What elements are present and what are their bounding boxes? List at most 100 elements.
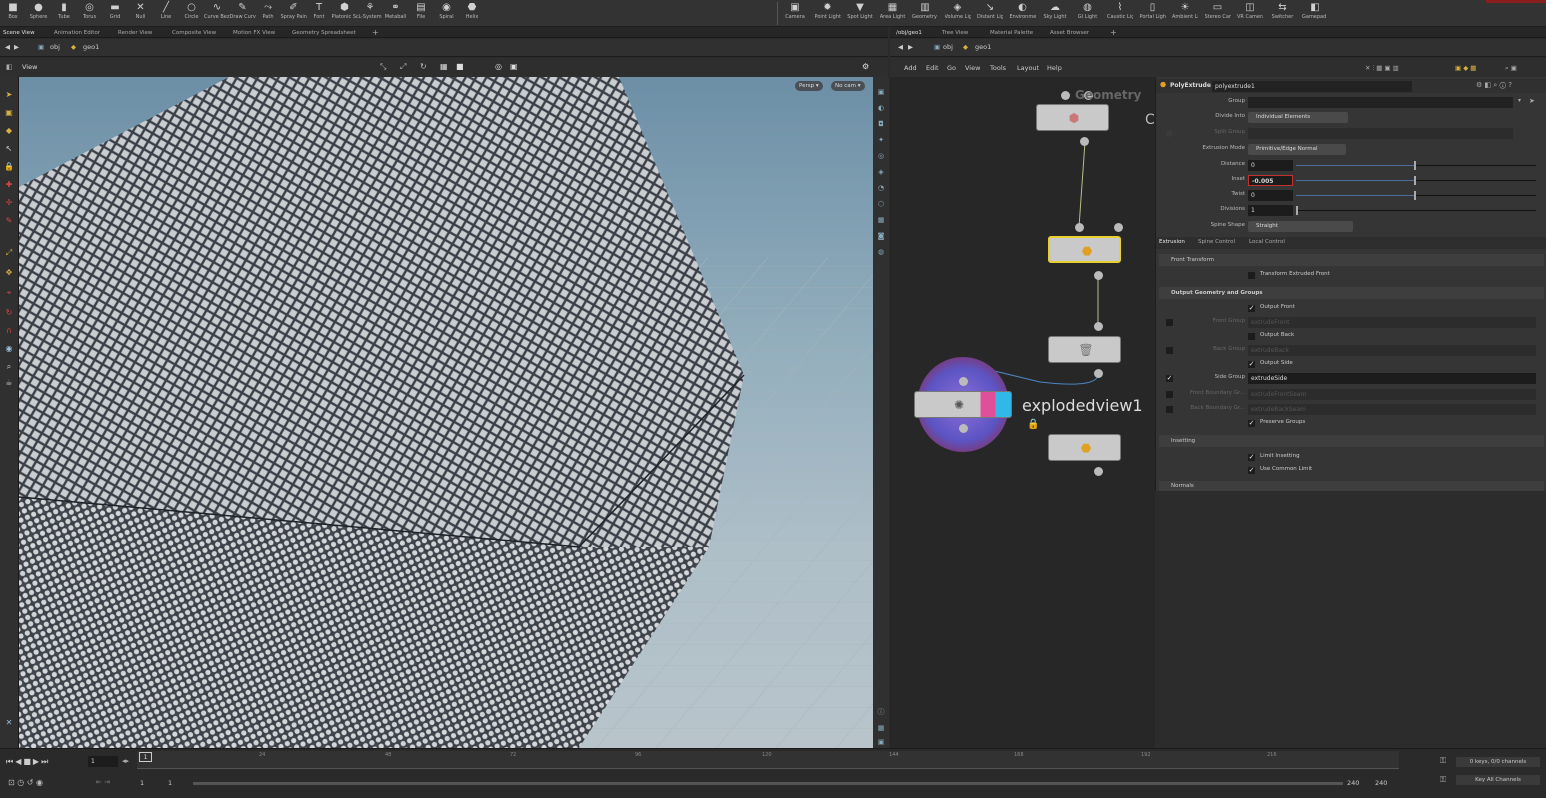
shelf-tool-font[interactable]: T Font — [306, 1, 332, 26]
normals-icon[interactable]: ⬡ — [876, 199, 886, 209]
shelf-tool-geometry-light[interactable]: ▥Geometry Light — [912, 1, 938, 26]
menu-tools[interactable]: Tools — [990, 64, 1006, 72]
network-display-icon[interactable]: ▣ ◆ ▦ — [1455, 64, 1476, 72]
range-slider[interactable] — [193, 782, 1343, 785]
shelf-tool-grid[interactable]: ▬ Grid — [102, 1, 128, 26]
rotate-icon[interactable]: ↻ — [3, 307, 15, 319]
shelf-tool-distant-light[interactable]: ↘Distant Light — [977, 1, 1003, 26]
param-header-icons[interactable]: ⚙ ◧ ⌕ ⓘ ? — [1476, 81, 1512, 90]
tab-motion-fx-view[interactable]: Motion FX View — [233, 28, 275, 38]
shelf-tool-torus[interactable]: ◎ Torus — [77, 1, 103, 26]
node-delete[interactable]: 🗑 — [1048, 336, 1121, 363]
lock-icon[interactable]: 🔒 — [3, 161, 15, 173]
path-context[interactable]: obj — [943, 43, 953, 51]
tab-spine-control[interactable]: Spine Control — [1198, 239, 1235, 245]
shelf-tool-curve-bezier[interactable]: ∿Curve Bezier — [204, 1, 230, 26]
shelf-tool-metaball[interactable]: ⚭ Metaball — [383, 1, 409, 26]
current-frame-marker[interactable]: 1 — [139, 752, 152, 762]
current-frame-field[interactable]: 1 — [88, 756, 118, 767]
add-tab-icon[interactable]: + — [1110, 28, 1117, 38]
brush-icon[interactable]: ✎ — [3, 215, 15, 227]
3d-viewport[interactable]: Persp ▾ No cam ▾ — [19, 77, 873, 748]
step-icon[interactable]: ◂▸ — [122, 757, 129, 765]
front-transform-section[interactable]: Front Transform — [1159, 254, 1544, 266]
tab-extrusion[interactable]: Extrusion — [1159, 239, 1185, 245]
shelf-tool-null[interactable]: ✕ Null — [128, 1, 154, 26]
layout-icon[interactable]: ▣ — [876, 737, 886, 747]
lock-icon[interactable]: 🔒 — [1027, 419, 1039, 430]
select-mode-icon[interactable]: ▣ — [3, 107, 15, 119]
node-polyextrude[interactable]: ⬣ — [1048, 236, 1121, 263]
move-tool-icon[interactable]: ⤢ — [400, 62, 406, 72]
output-side-checkbox[interactable]: ✓ — [1248, 361, 1255, 368]
add-tab-icon[interactable]: + — [372, 28, 379, 38]
tab-geometry-spreadsheet[interactable]: Geometry Spreadsheet — [292, 28, 356, 38]
node-input-dot[interactable] — [1061, 91, 1070, 100]
display-icon[interactable]: ▣ — [876, 87, 886, 97]
viewport-menu-icon[interactable]: ◧ — [6, 63, 13, 71]
shelf-tool-helix[interactable]: ⬣ Helix — [459, 1, 485, 26]
lock-view-icon[interactable]: ◘ — [876, 119, 886, 129]
rotate-tool-icon[interactable]: ↻ — [420, 62, 427, 71]
shelf-tool-portal-light[interactable]: ▯ Portal Light — [1140, 1, 1166, 26]
normals-section[interactable]: Normals — [1159, 481, 1544, 491]
render-icon[interactable]: ☕ — [3, 377, 15, 389]
node-output-dot[interactable] — [1094, 271, 1103, 280]
network-view-icon[interactable]: ⌕ ▣ — [1505, 64, 1517, 73]
shelf-tool-area-light[interactable]: ▦ Area Light — [880, 1, 906, 26]
edit-icon[interactable]: ◆ — [3, 125, 15, 137]
scale-icon[interactable]: ⤢ — [3, 247, 15, 259]
menu-layout[interactable]: Layout — [1017, 64, 1039, 72]
shelf-tool-box[interactable]: ■ Box — [0, 1, 26, 26]
shaded-icon[interactable]: ■ — [456, 62, 464, 71]
cursor-icon[interactable]: ⌕ — [3, 361, 15, 373]
node-input-dot[interactable] — [1075, 223, 1084, 232]
template-icon[interactable]: ◈ — [876, 167, 886, 177]
shelf-tool-stereo-camera[interactable]: ▭Stereo Camera — [1205, 1, 1231, 26]
shelf-tool-spray-paint[interactable]: ✐ Spray Paint — [281, 1, 307, 26]
uv-icon[interactable]: ▦ — [876, 215, 886, 225]
viewport-options-icon[interactable]: ⚙ — [862, 62, 869, 71]
select-icon[interactable]: ➤ — [3, 89, 15, 101]
shelf-tool-platonic-solids[interactable]: ⬢Platonic Solids — [332, 1, 358, 26]
distance-field[interactable]: 0 — [1248, 160, 1293, 171]
tab-material-palette[interactable]: Material Palette — [990, 28, 1033, 38]
inset-field[interactable]: -0.005 — [1248, 175, 1293, 186]
tab-scene-view[interactable]: Scene View — [3, 28, 35, 38]
node-input-dot[interactable] — [1094, 322, 1103, 331]
playback-controls-icon[interactable]: ⏮◀■▶⏭ — [6, 757, 50, 767]
cam-button[interactable]: No cam ▾ — [831, 81, 865, 91]
shelf-tool-gi-light[interactable]: ◍ GI Light — [1075, 1, 1101, 26]
use-common-limit-checkbox[interactable]: ✓ — [1248, 467, 1255, 474]
grid-icon[interactable]: ▦ — [876, 723, 886, 733]
tab-network-geo1[interactable]: /obj/geo1 — [896, 28, 922, 38]
menu-edit[interactable]: Edit — [926, 64, 939, 72]
persp-button[interactable]: Persp ▾ — [795, 81, 823, 91]
back-arrow-icon[interactable]: ◀ — [5, 43, 10, 51]
snap-icon[interactable]: ⌖ — [3, 287, 15, 299]
node-input-dot[interactable] — [959, 377, 968, 386]
forward-arrow-icon[interactable]: ▶ — [14, 43, 19, 51]
inset-slider[interactable] — [1296, 176, 1536, 185]
shelf-tool-line[interactable]: ╱ Line — [153, 1, 179, 26]
pointer-icon[interactable]: ↖ — [3, 143, 15, 155]
view-tool-icon[interactable]: ◉ — [3, 343, 15, 355]
handle-icon[interactable]: ✚ — [3, 179, 15, 191]
wireframe-icon[interactable]: ▦ — [440, 62, 448, 71]
shelf-tool-caustic-light[interactable]: ⌇Caustic Light — [1107, 1, 1133, 26]
network-tools-icon[interactable]: ✕ ⫶ ▦ ▣ ▥ — [1365, 64, 1399, 73]
key-icon[interactable]: ⚿ — [1440, 756, 1446, 766]
node-output-dot[interactable] — [1094, 467, 1103, 476]
shelf-tool-gamepad-camera[interactable]: ◧Gamepad Camera — [1302, 1, 1328, 26]
shade-icon[interactable]: ◐ — [876, 103, 886, 113]
network-editor[interactable]: Geometry C ⬢ ⬣ 🗑 ✺ explodedview1 🔒 ⬣ — [890, 77, 1155, 748]
shelf-tool-l-system[interactable]: ⚘ L-System — [357, 1, 383, 26]
shelf-tool-ambient-light[interactable]: ☀Ambient Light — [1172, 1, 1198, 26]
tab-local-control[interactable]: Local Control — [1249, 239, 1285, 245]
forward-arrow-icon[interactable]: ▶ — [908, 43, 913, 51]
path-context[interactable]: obj — [50, 43, 60, 51]
node-explodedview[interactable]: ✺ — [914, 391, 1012, 418]
front-group-checkbox[interactable] — [1166, 319, 1173, 326]
select-arrow-icon[interactable]: ➤ — [1529, 97, 1535, 105]
magnet-icon[interactable]: ∩ — [3, 325, 15, 337]
